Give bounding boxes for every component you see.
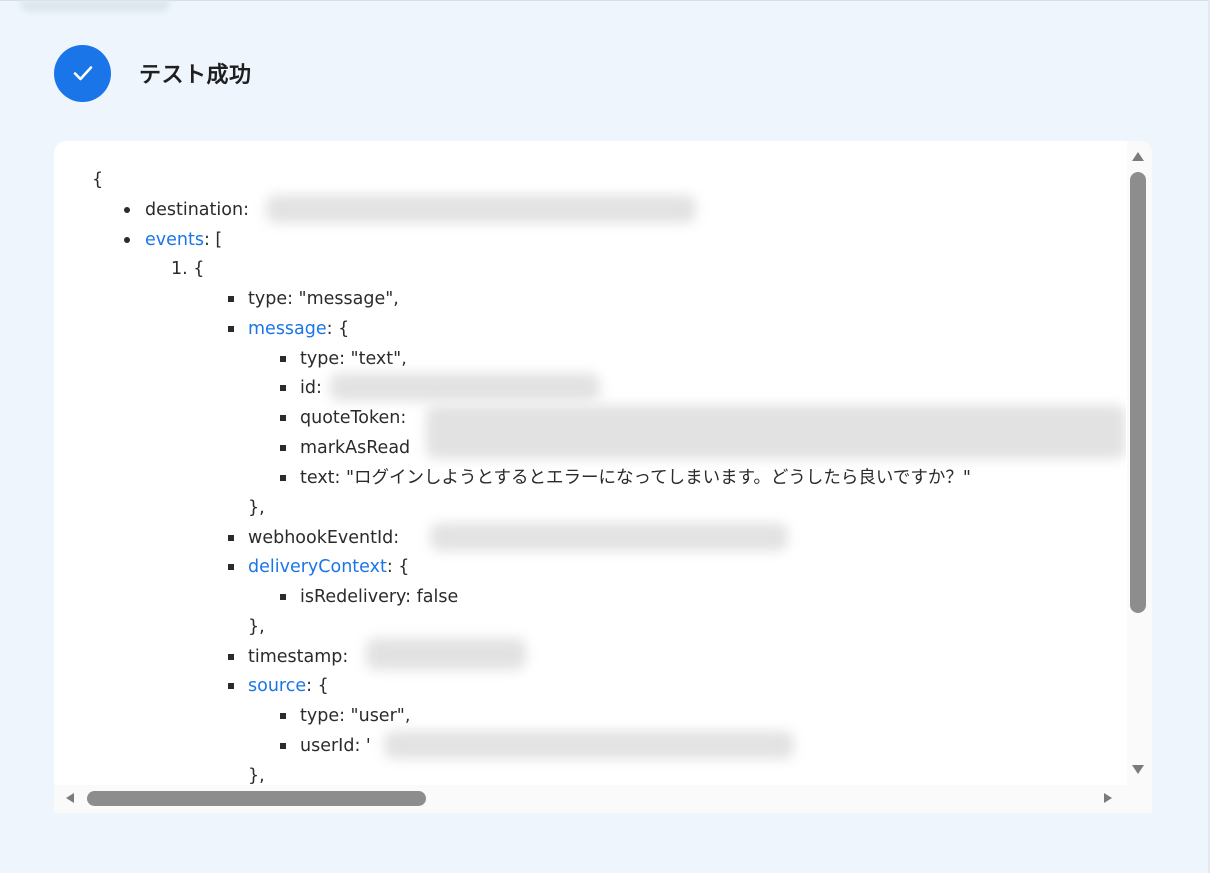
message-type: type: "text",	[300, 349, 407, 369]
status-title: テスト成功	[139, 63, 252, 88]
bullet	[228, 654, 234, 660]
list-item: id:	[280, 373, 322, 403]
redacted-user-id	[384, 731, 794, 759]
webhook-event-id-key: webhookEventId:	[248, 528, 400, 548]
open-brace: {	[92, 170, 104, 190]
source-type: type: "user",	[300, 706, 411, 726]
list-item: message: {	[228, 314, 349, 344]
bullet	[280, 743, 286, 749]
events-item-index: 1. {	[171, 259, 205, 279]
timestamp-key: timestamp:	[248, 647, 349, 667]
bullet	[228, 564, 234, 570]
list-item: type: "user",	[280, 701, 410, 731]
redacted-quote-token	[426, 405, 1126, 459]
redacted-timestamp	[366, 638, 526, 670]
bullet	[124, 237, 130, 243]
scroll-down-icon[interactable]	[1132, 765, 1144, 774]
user-id-fragment: '	[365, 736, 371, 756]
close-delivery-context: },	[248, 617, 265, 637]
list-item: timestamp:	[228, 642, 348, 672]
event-type: type: "message",	[248, 289, 399, 309]
list-item: quoteToken:	[280, 403, 406, 433]
mark-as-read-key: markAsRead	[300, 438, 411, 458]
bullet	[228, 296, 234, 302]
redacted-message-id	[330, 373, 600, 401]
list-item: source: {	[228, 671, 329, 701]
close-message: },	[248, 498, 265, 518]
redacted-destination	[266, 195, 696, 223]
list-item: isRedelivery: false	[280, 582, 458, 612]
bullet	[228, 326, 234, 332]
destination-key: destination	[145, 200, 244, 220]
test-status: テスト成功	[54, 44, 252, 102]
close-source: },	[248, 766, 265, 785]
bullet	[124, 207, 130, 213]
bullet	[280, 594, 286, 600]
check-icon	[54, 44, 111, 102]
message-link[interactable]: message	[248, 319, 327, 339]
json-output-panel[interactable]: { destination: events: [ 1. { type: "mes…	[54, 141, 1152, 813]
bullet	[228, 683, 234, 689]
message-id-key: id:	[300, 378, 322, 398]
vertical-scroll-thumb[interactable]	[1130, 172, 1146, 613]
list-item: type: "text",	[280, 344, 407, 374]
bullet	[280, 415, 286, 421]
list-item: destination:	[124, 195, 249, 225]
scroll-up-icon[interactable]	[1132, 152, 1144, 161]
list-item: markAsRead	[280, 433, 410, 463]
message-text: text: "ログインしようとするとエラーになってしまいます。どうしたら良いです…	[300, 468, 971, 488]
horizontal-scroll-thumb[interactable]	[87, 791, 426, 806]
scroll-right-icon[interactable]	[1104, 793, 1112, 803]
list-item: text: "ログインしようとするとエラーになってしまいます。どうしたら良いです…	[280, 463, 971, 493]
bullet	[228, 535, 234, 541]
top-divider	[0, 0, 1210, 1]
is-redelivery: isRedelivery: false	[300, 587, 459, 607]
bullet	[280, 385, 286, 391]
bullet	[280, 475, 286, 481]
bullet	[280, 713, 286, 719]
scroll-left-icon[interactable]	[66, 793, 74, 803]
list-item: webhookEventId:	[228, 523, 399, 553]
list-item: type: "message",	[228, 284, 399, 314]
delivery-context-link[interactable]: deliveryContext	[248, 557, 387, 577]
list-item: deliveryContext: {	[228, 552, 409, 582]
bullet	[280, 356, 286, 362]
top-tab-shadow	[20, 0, 170, 12]
quote-token-key: quoteToken:	[300, 408, 407, 428]
json-viewer[interactable]: { destination: events: [ 1. { type: "mes…	[54, 141, 1126, 785]
source-link[interactable]: source	[248, 676, 306, 696]
list-item: userId: '	[280, 731, 371, 761]
redacted-webhook-event-id	[430, 523, 788, 551]
bullet	[280, 445, 286, 451]
events-link[interactable]: events	[145, 230, 204, 250]
user-id-key: userId:	[300, 736, 361, 756]
list-item: events: [	[124, 225, 222, 255]
